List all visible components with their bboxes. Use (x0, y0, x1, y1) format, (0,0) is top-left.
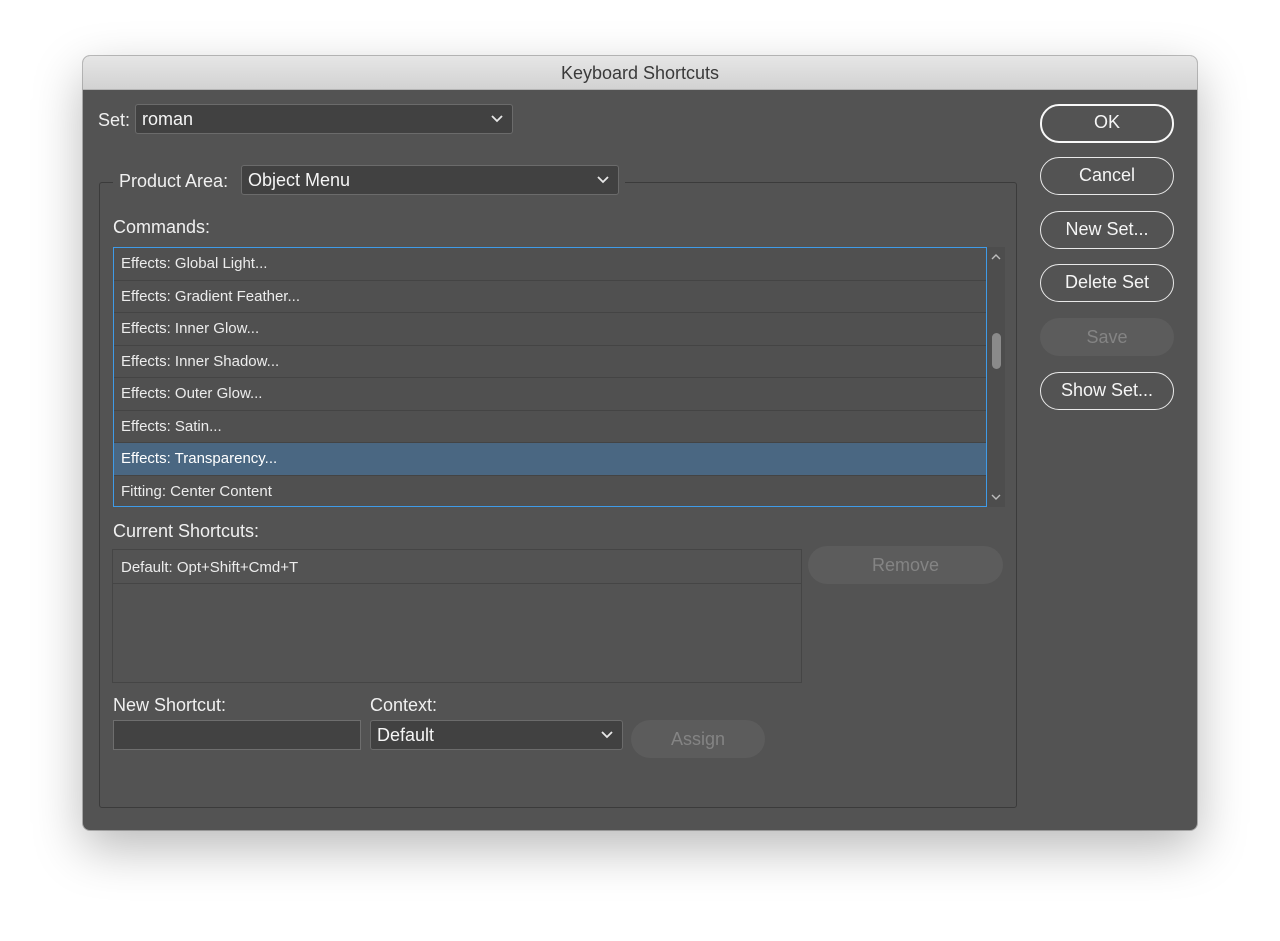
context-label: Context: (370, 695, 438, 715)
window-title: Keyboard Shortcuts (83, 56, 1197, 90)
list-item[interactable]: Effects: Inner Glow... (114, 313, 986, 346)
save-button[interactable]: Save (1040, 318, 1174, 356)
current-shortcuts-list[interactable]: Default: Opt+Shift+Cmd+T (112, 549, 802, 683)
set-value: roman (142, 109, 194, 129)
assign-button[interactable]: Assign (631, 720, 765, 758)
commands-list[interactable]: Effects: Global Light... Effects: Gradie… (113, 247, 987, 507)
scroll-up-arrow-icon[interactable] (991, 253, 1001, 260)
list-item[interactable]: Effects: Inner Shadow... (114, 346, 986, 378)
cancel-button[interactable]: Cancel (1040, 157, 1174, 195)
keyboard-shortcuts-dialog: Keyboard Shortcuts Set: roman Product Ar… (83, 56, 1197, 830)
list-item[interactable]: Default: Opt+Shift+Cmd+T (113, 550, 801, 584)
commands-label: Commands: (113, 217, 211, 237)
ok-button[interactable]: OK (1040, 104, 1174, 143)
context-value: Default (377, 725, 435, 745)
product-area-label: Product Area: (119, 171, 229, 191)
scrollbar-thumb[interactable] (992, 333, 1001, 369)
new-shortcut-input[interactable] (113, 720, 361, 750)
new-shortcut-label: New Shortcut: (113, 695, 227, 715)
context-dropdown[interactable]: Default (370, 720, 623, 750)
new-set-button[interactable]: New Set... (1040, 211, 1174, 249)
list-item[interactable]: Fitting: Center Content (114, 476, 986, 507)
chevron-down-icon (491, 115, 503, 123)
show-set-button[interactable]: Show Set... (1040, 372, 1174, 410)
list-item[interactable]: Effects: Outer Glow... (114, 378, 986, 411)
list-item[interactable]: Effects: Satin... (114, 411, 986, 443)
chevron-down-icon (597, 176, 609, 184)
remove-button[interactable]: Remove (808, 546, 1003, 584)
list-item[interactable]: Effects: Global Light... (114, 248, 986, 281)
scroll-down-arrow-icon[interactable] (991, 494, 1001, 501)
set-dropdown[interactable]: roman (135, 104, 513, 134)
chevron-down-icon (601, 731, 613, 739)
list-item-selected[interactable]: Effects: Transparency... (114, 443, 986, 476)
set-label: Set: (98, 110, 131, 130)
list-item[interactable]: Effects: Gradient Feather... (114, 281, 986, 313)
product-area-value: Object Menu (248, 170, 351, 190)
product-area-dropdown[interactable]: Object Menu (241, 165, 619, 195)
current-shortcuts-label: Current Shortcuts: (113, 521, 260, 541)
commands-scrollbar[interactable] (987, 247, 1005, 507)
delete-set-button[interactable]: Delete Set (1040, 264, 1174, 302)
